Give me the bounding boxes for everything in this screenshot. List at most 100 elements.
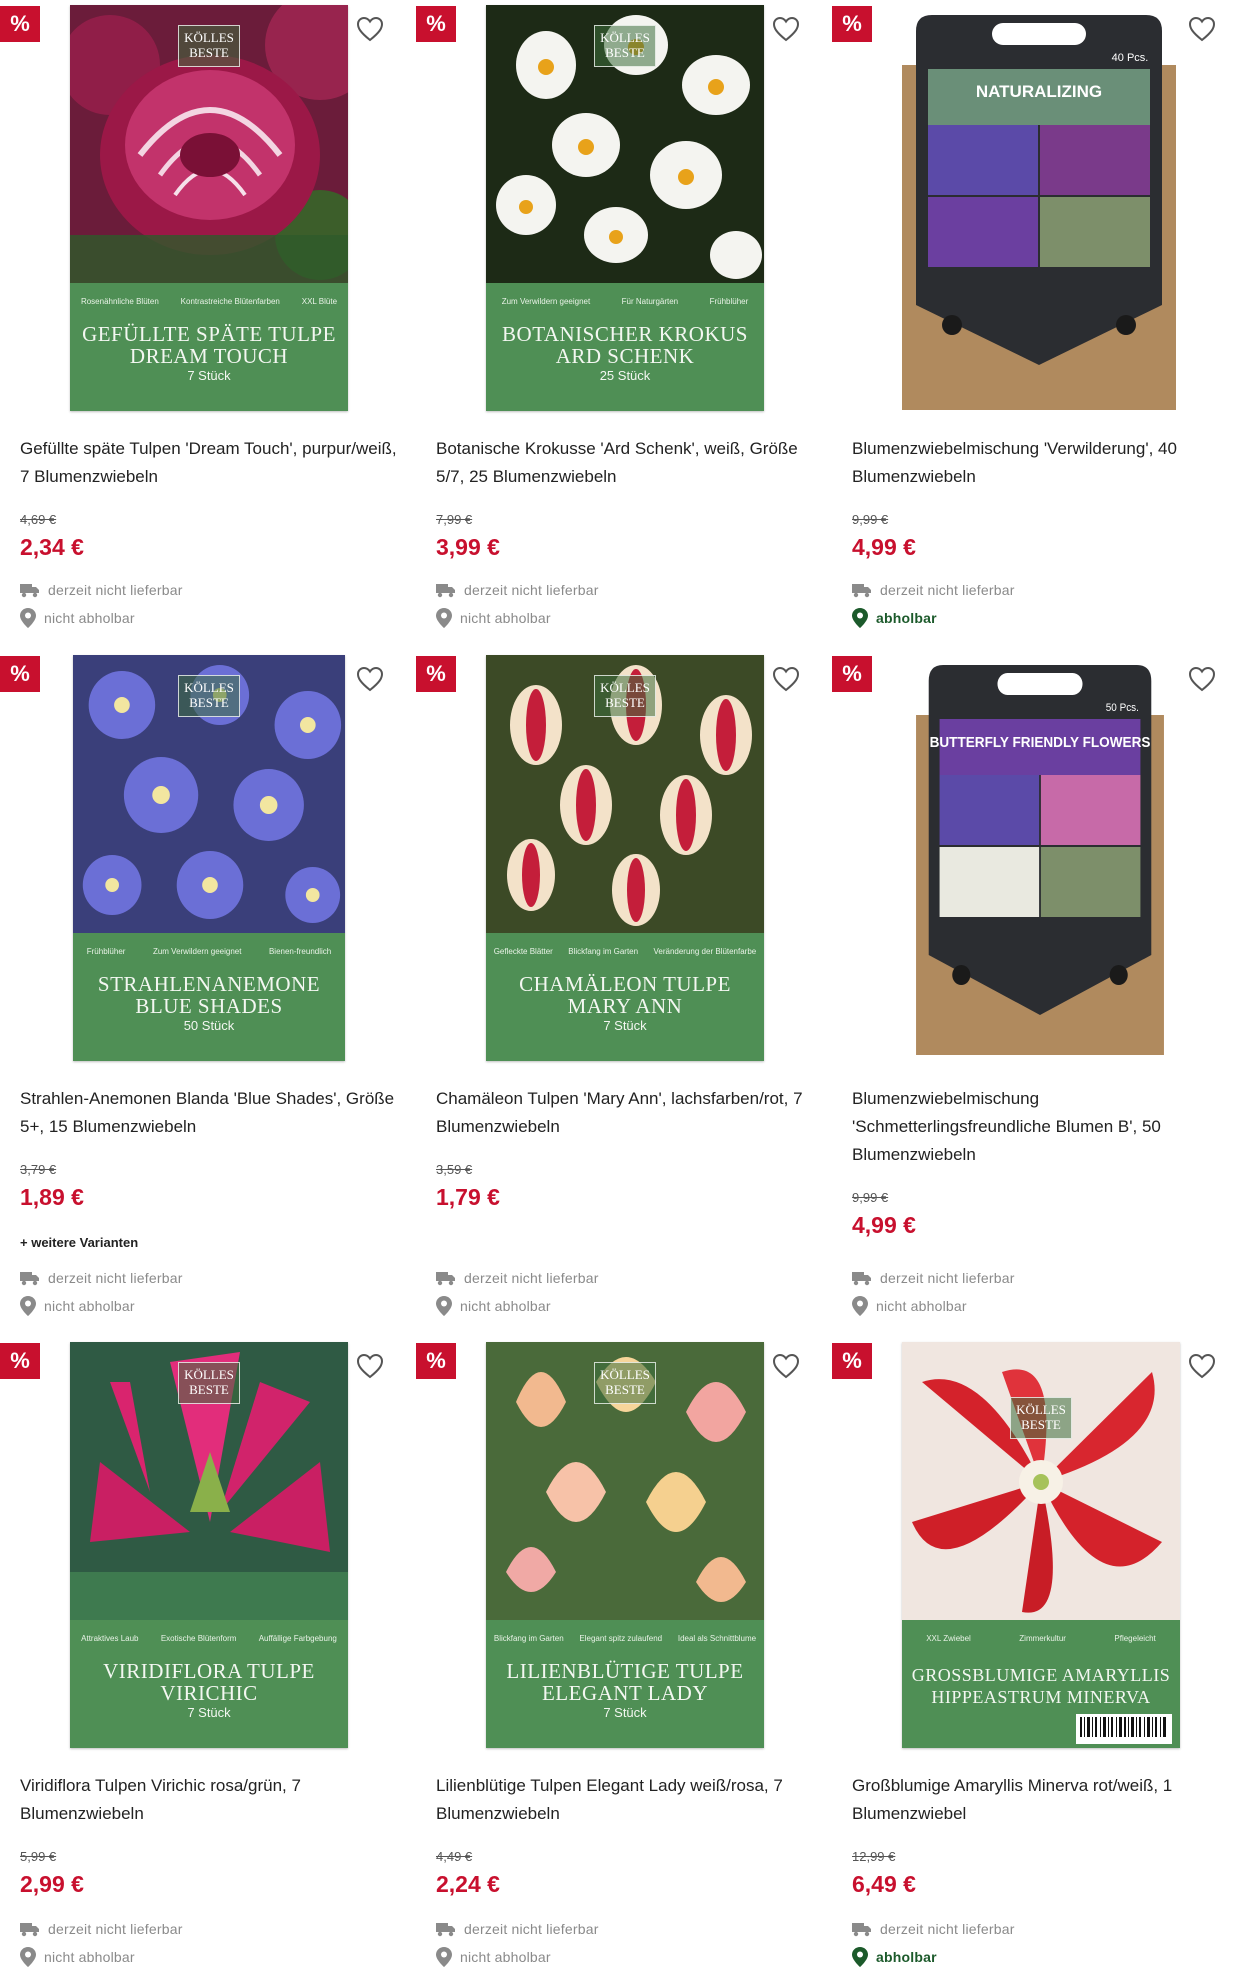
- product-image-area[interactable]: NATURALIZING 40 Pcs. %: [832, 0, 1249, 420]
- delivery-text: derzeit nicht lieferbar: [48, 582, 183, 598]
- wishlist-button[interactable]: [769, 12, 803, 46]
- package-features: Gefleckte Blätter Blickfang im Garten Ve…: [486, 935, 764, 967]
- brand-logo: KÖLLES BESTE: [594, 25, 656, 67]
- product-image-area[interactable]: KÖLLES BESTE Gefleckte Blätter Blickfang…: [416, 650, 833, 1070]
- feature-label: XXL Zwiebel: [926, 1633, 971, 1643]
- bag-title: NATURALIZING: [976, 82, 1102, 101]
- more-variants-link[interactable]: + weitere Varianten: [20, 1235, 138, 1250]
- pickup-text: nicht abholbar: [876, 1298, 967, 1314]
- product-name[interactable]: Blumenzwiebelmischung 'Verwilderung', 40…: [852, 435, 1232, 491]
- product-name[interactable]: Viridiflora Tulpen Virichic rosa/grün, 7…: [20, 1772, 400, 1828]
- product-package-image[interactable]: KÖLLES BESTE Gefleckte Blätter Blickfang…: [486, 655, 764, 1061]
- feature-label: Frühblüher: [709, 296, 749, 306]
- truck-icon: [852, 1272, 871, 1286]
- product-name[interactable]: Lilienblütige Tulpen Elegant Lady weiß/r…: [436, 1772, 816, 1828]
- location-pin-icon: [20, 1947, 36, 1967]
- product-package-image[interactable]: KÖLLES BESTE Frühblüher Zum Verwildern g…: [73, 655, 345, 1061]
- wishlist-button[interactable]: [353, 12, 387, 46]
- delivery-text: derzeit nicht lieferbar: [464, 1921, 599, 1937]
- product-image-area[interactable]: KÖLLES BESTE Zum Verwildern geeignet Für…: [416, 0, 833, 420]
- product-package-image[interactable]: KÖLLES BESTE Attraktives Laub Exotische …: [70, 1342, 348, 1748]
- product-name[interactable]: Gefüllte späte Tulpen 'Dream Touch', pur…: [20, 435, 400, 491]
- pickup-text: nicht abholbar: [44, 610, 135, 626]
- wishlist-button[interactable]: [769, 662, 803, 696]
- discount-badge: %: [416, 656, 456, 692]
- heart-outline-icon: [772, 666, 800, 692]
- product-name[interactable]: Strahlen-Anemonen Blanda 'Blue Shades', …: [20, 1085, 400, 1141]
- pickup-status: nicht abholbar: [852, 1296, 967, 1316]
- product-name[interactable]: Blumenzwiebelmischung 'Schmetterlingsfre…: [852, 1085, 1232, 1169]
- location-pin-icon: [436, 1947, 452, 1967]
- product-image-area[interactable]: KÖLLES BESTE Blickfang im Garten Elegant…: [416, 1337, 833, 1757]
- product-package-image[interactable]: KÖLLES BESTE XXL Zwiebel Zimmerkultur Pf…: [902, 1342, 1180, 1748]
- delivery-status: derzeit nicht lieferbar: [20, 1270, 183, 1286]
- product-package-image[interactable]: KÖLLES BESTE Zum Verwildern geeignet Für…: [486, 5, 764, 411]
- discount-badge: %: [0, 1343, 40, 1379]
- wishlist-button[interactable]: [353, 662, 387, 696]
- product-image-area[interactable]: KÖLLES BESTE XXL Zwiebel Zimmerkultur Pf…: [832, 1337, 1249, 1757]
- location-pin-icon: [852, 1296, 868, 1316]
- delivery-status: derzeit nicht lieferbar: [20, 1921, 183, 1937]
- wishlist-button[interactable]: [1185, 1349, 1219, 1383]
- heart-outline-icon: [1188, 16, 1216, 42]
- product-package-image[interactable]: KÖLLES BESTE Blickfang im Garten Elegant…: [486, 1342, 764, 1748]
- heart-outline-icon: [356, 1353, 384, 1379]
- delivery-status: derzeit nicht lieferbar: [852, 1921, 1015, 1937]
- delivery-status: derzeit nicht lieferbar: [852, 582, 1015, 598]
- product-name[interactable]: Botanische Krokusse 'Ard Schenk', weiß, …: [436, 435, 816, 491]
- feature-label: Frühblüher: [86, 946, 126, 956]
- delivery-status: derzeit nicht lieferbar: [436, 582, 599, 598]
- feature-label: Blickfang im Garten: [568, 946, 639, 956]
- product-name[interactable]: Großblumige Amaryllis Minerva rot/weiß, …: [852, 1772, 1232, 1828]
- wishlist-button[interactable]: [769, 1349, 803, 1383]
- old-price: 9,99 €: [852, 512, 889, 527]
- feature-label: Ideal als Schnittblume: [677, 1633, 757, 1643]
- pickup-text: nicht abholbar: [44, 1949, 135, 1965]
- delivery-status: derzeit nicht lieferbar: [20, 582, 183, 598]
- pickup-status: nicht abholbar: [436, 608, 551, 628]
- old-price: 3,59 €: [436, 1162, 473, 1177]
- bag-count: 40 Pcs.: [1112, 52, 1149, 64]
- current-price: 1,79 €: [436, 1184, 500, 1210]
- product-image-area[interactable]: KÖLLES BESTE Frühblüher Zum Verwildern g…: [0, 650, 417, 1070]
- brand-logo: KÖLLES BESTE: [594, 675, 656, 717]
- current-price: 4,99 €: [852, 1212, 916, 1238]
- product-bag-image[interactable]: NATURALIZING 40 Pcs.: [892, 5, 1186, 411]
- pickup-text: nicht abholbar: [44, 1298, 135, 1314]
- package-count: 7 Stück: [187, 1705, 231, 1720]
- product-name[interactable]: Chamäleon Tulpen 'Mary Ann', lachsfarben…: [436, 1085, 816, 1141]
- package-title: GROSSBLUMIGE AMARYLLIS HIPPEASTRUM MINER…: [911, 1665, 1171, 1707]
- bag-title: BUTTERFLY FRIENDLY FLOWERS: [930, 734, 1151, 751]
- discount-badge: %: [832, 1343, 872, 1379]
- feature-label: Bienen-freundlich: [268, 946, 332, 956]
- package-features: Frühblüher Zum Verwildern geeignet Biene…: [73, 935, 345, 967]
- current-price: 2,24 €: [436, 1871, 500, 1897]
- brand-logo: KÖLLES BESTE: [1010, 1397, 1072, 1439]
- wishlist-button[interactable]: [353, 1349, 387, 1383]
- truck-icon: [20, 1923, 39, 1937]
- location-pin-icon: [20, 1296, 36, 1316]
- delivery-text: derzeit nicht lieferbar: [880, 582, 1015, 598]
- product-image-area[interactable]: KÖLLES BESTE Attraktives Laub Exotische …: [0, 1337, 417, 1757]
- feature-label: Attraktives Laub: [81, 1633, 139, 1643]
- product-bag-image[interactable]: BUTTERFLY FRIENDLY FLOWERS 50 Pcs.: [907, 655, 1173, 1061]
- product-image-area[interactable]: KÖLLES BESTE Rosenähnliche Blüten Kontra…: [0, 0, 417, 420]
- pickup-text: nicht abholbar: [460, 610, 551, 626]
- product-image-area[interactable]: BUTTERFLY FRIENDLY FLOWERS 50 Pcs. %: [832, 650, 1249, 1070]
- wishlist-button[interactable]: [1185, 662, 1219, 696]
- package-title: STRAHLENANEMONE BLUE SHADES: [97, 972, 321, 1018]
- package-title: LILIENBLÜTIGE TULPE ELEGANT LADY: [506, 1659, 744, 1705]
- pickup-status: nicht abholbar: [436, 1947, 551, 1967]
- heart-outline-icon: [772, 1353, 800, 1379]
- product-package-image[interactable]: KÖLLES BESTE Rosenähnliche Blüten Kontra…: [70, 5, 348, 411]
- feature-label: Zum Verwildern geeignet: [152, 946, 242, 956]
- discount-badge: %: [832, 6, 872, 42]
- current-price: 2,99 €: [20, 1871, 84, 1897]
- wishlist-button[interactable]: [1185, 12, 1219, 46]
- package-features: Attraktives Laub Exotische Blütenform Au…: [70, 1622, 348, 1654]
- heart-outline-icon: [1188, 1353, 1216, 1379]
- heart-outline-icon: [772, 16, 800, 42]
- pickup-status: nicht abholbar: [20, 1296, 135, 1316]
- pickup-status: nicht abholbar: [436, 1296, 551, 1316]
- discount-badge: %: [416, 1343, 456, 1379]
